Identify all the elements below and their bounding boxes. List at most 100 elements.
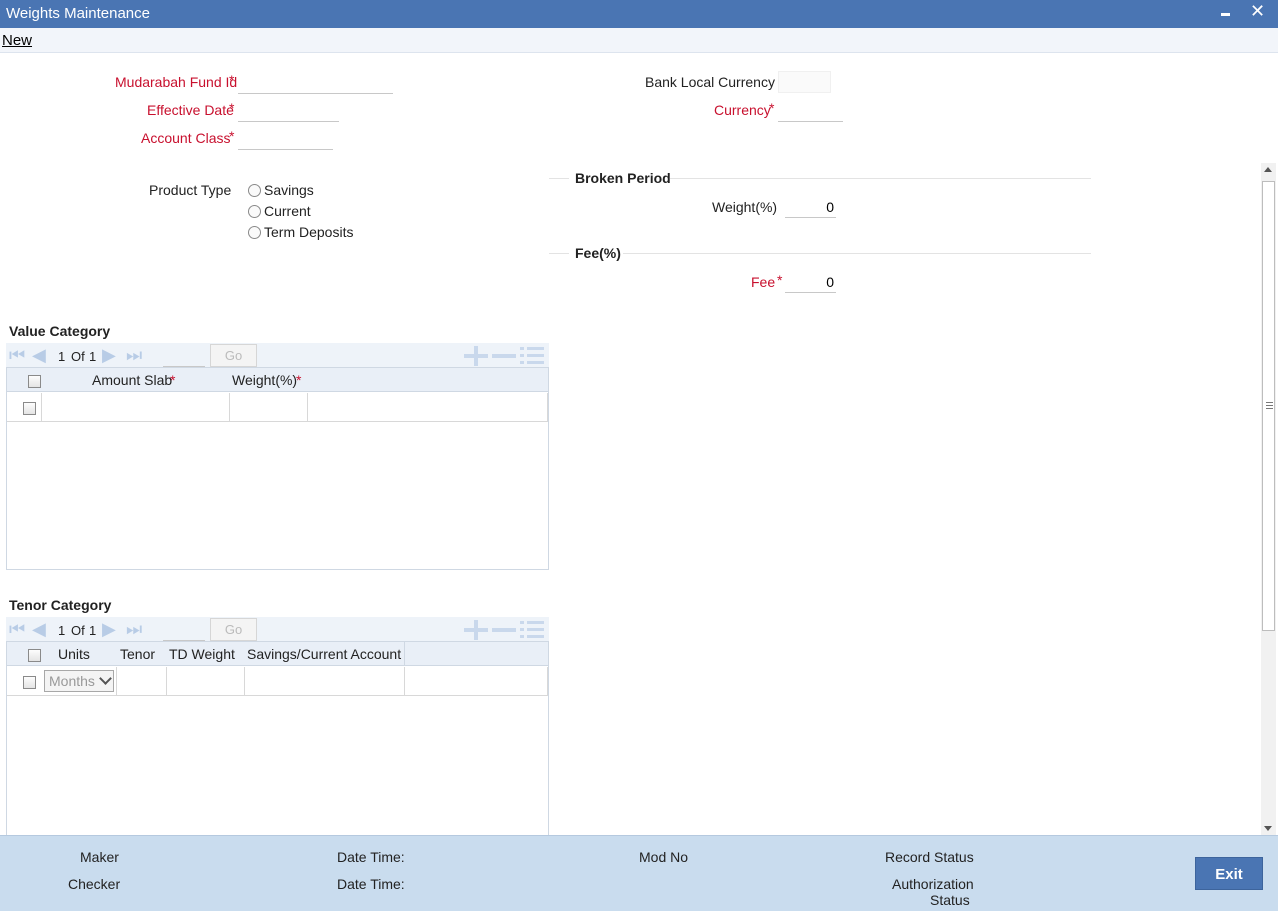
page-total: 1: [89, 349, 97, 364]
value-category-title: Value Category: [9, 323, 111, 339]
fee-title: Fee(%): [575, 245, 621, 261]
bank-local-currency-field: [778, 71, 831, 93]
row-checkbox[interactable]: [23, 402, 36, 415]
next-page-icon[interactable]: ▶: [102, 346, 116, 364]
fee-label: Fee: [751, 274, 776, 290]
product-type-label: Product Type: [149, 182, 232, 198]
required-mark: *: [777, 272, 783, 288]
account-class-label: Account Class: [141, 130, 231, 146]
first-page-icon[interactable]: ⏮: [9, 620, 25, 638]
weight-cell[interactable]: [229, 393, 307, 422]
last-page-icon[interactable]: ⏭: [126, 620, 142, 638]
tenor-category-title: Tenor Category: [9, 597, 112, 613]
bank-local-currency-label: Bank Local Currency: [645, 74, 775, 90]
page-current: 1: [58, 349, 66, 364]
select-all-checkbox[interactable]: [28, 649, 41, 662]
radio-term-deposits-label: Term Deposits: [264, 224, 354, 240]
new-link[interactable]: New: [2, 32, 32, 49]
radio-icon[interactable]: [248, 225, 261, 239]
tenor-cell[interactable]: [116, 667, 166, 696]
scroll-down-icon[interactable]: [1264, 826, 1272, 831]
radio-icon[interactable]: [248, 183, 261, 197]
radio-icon[interactable]: [248, 204, 261, 218]
required-mark: *: [229, 128, 235, 144]
authorization-label: Authorization: [892, 876, 974, 892]
currency-input[interactable]: [778, 100, 843, 122]
exit-button[interactable]: Exit: [1195, 857, 1263, 890]
td-weight-cell[interactable]: [166, 667, 244, 696]
page-of: Of: [71, 349, 85, 364]
prev-page-icon[interactable]: ◀: [32, 346, 46, 364]
effective-date-label: Effective Date: [147, 102, 234, 118]
radio-savings[interactable]: Savings: [248, 182, 314, 198]
broken-weight-label: Weight(%): [712, 199, 778, 215]
column-savings-current-account: Savings/Current Account: [247, 646, 402, 662]
divider: [549, 253, 569, 254]
value-category-pager: ⏮ ◀ 1 Of 1 ▶ ⏭ Go: [6, 343, 549, 367]
required-mark: *: [170, 372, 176, 388]
required-mark: *: [229, 100, 235, 116]
column-amount-slab: Amount Slab: [92, 372, 173, 388]
last-page-icon[interactable]: ⏭: [126, 346, 142, 364]
account-class-input[interactable]: [238, 128, 333, 150]
status-label: Status: [930, 892, 970, 908]
maker-label: Maker: [80, 849, 119, 865]
select-all-checkbox[interactable]: [28, 375, 41, 388]
required-mark: *: [229, 72, 235, 88]
single-view-icon[interactable]: [520, 346, 544, 366]
delete-row-icon[interactable]: [492, 628, 516, 632]
record-status-label: Record Status: [885, 849, 974, 865]
units-select-value: Months: [49, 673, 95, 689]
scrollbar-thumb[interactable]: [1262, 181, 1275, 631]
page-number-input[interactable]: [163, 346, 205, 367]
required-mark: *: [296, 372, 302, 388]
prev-page-icon[interactable]: ◀: [32, 620, 46, 638]
divider: [670, 178, 1091, 179]
page-of: Of: [71, 623, 85, 638]
audit-footer: Maker Checker Date Time: Date Time: Mod …: [0, 835, 1278, 911]
value-category-header: Amount Slab * Weight(%) *: [7, 368, 548, 392]
next-page-icon[interactable]: ▶: [102, 620, 116, 638]
column-tenor: Tenor: [120, 646, 156, 662]
scroll-up-icon[interactable]: [1264, 167, 1272, 172]
minimize-icon[interactable]: [1221, 13, 1230, 16]
column-td-weight: TD Weight: [169, 646, 235, 662]
divider: [549, 178, 569, 179]
units-select[interactable]: Months: [44, 670, 114, 692]
column-divider: [404, 642, 405, 666]
grip-line: [1266, 408, 1273, 409]
go-button[interactable]: Go: [210, 618, 257, 641]
amount-slab-cell[interactable]: [41, 393, 229, 422]
go-button[interactable]: Go: [210, 344, 257, 367]
first-page-icon[interactable]: ⏮: [9, 346, 25, 364]
savings-current-account-cell[interactable]: [244, 667, 404, 696]
fee-input[interactable]: [785, 271, 836, 293]
add-row-icon[interactable]: [464, 346, 488, 366]
radio-term-deposits[interactable]: Term Deposits: [248, 224, 353, 240]
page-total: 1: [89, 623, 97, 638]
grip-line: [1266, 402, 1273, 403]
vertical-scrollbar[interactable]: [1261, 163, 1276, 835]
close-icon[interactable]: ✕: [1250, 0, 1265, 22]
maker-date-time-label: Date Time:: [337, 849, 405, 865]
delete-row-icon[interactable]: [492, 354, 516, 358]
add-row-icon[interactable]: [464, 620, 488, 640]
window-titlebar: Weights Maintenance ✕: [0, 0, 1278, 28]
window-title: Weights Maintenance: [6, 5, 150, 22]
divider: [623, 253, 1091, 254]
radio-current-label: Current: [264, 203, 311, 219]
single-view-icon[interactable]: [520, 620, 544, 640]
checker-date-time-label: Date Time:: [337, 876, 405, 892]
tenor-category-pager: ⏮ ◀ 1 Of 1 ▶ ⏭ Go: [6, 617, 549, 641]
row-checkbox[interactable]: [23, 676, 36, 689]
radio-current[interactable]: Current: [248, 203, 311, 219]
broken-period-title: Broken Period: [575, 170, 671, 186]
column-units: Units: [58, 646, 90, 662]
page-number-input[interactable]: [163, 620, 205, 641]
grip-line: [1266, 405, 1273, 406]
broken-weight-input[interactable]: [785, 196, 836, 218]
fund-id-label: Mudarabah Fund Id: [115, 74, 238, 90]
tenor-category-header: Units Tenor TD Weight Savings/Current Ac…: [7, 642, 548, 666]
effective-date-input[interactable]: [238, 100, 339, 122]
fund-id-input[interactable]: [238, 72, 393, 94]
